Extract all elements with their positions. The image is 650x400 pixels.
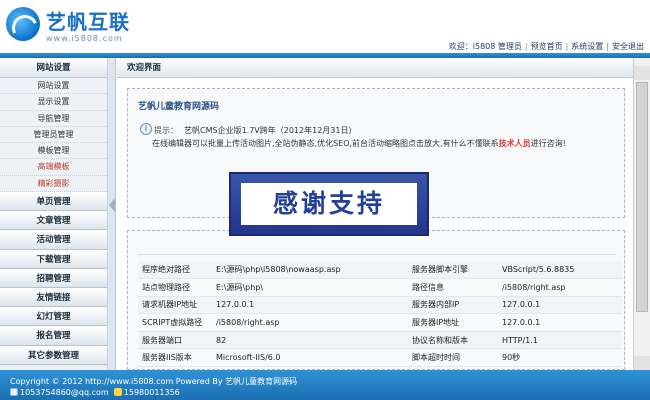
info-value: 127.0.0.1 [212,296,408,315]
copyright-text: Copyright © 2012 http://www.i5808.com Po… [10,377,298,386]
sidebar-item-template-manage[interactable]: 模板管理 [0,143,107,160]
sidebar-group-activities[interactable]: 活动管理 [0,230,107,250]
info-key: 路径信息 [408,278,498,297]
logo-title: 艺帆互联 [46,10,130,34]
info-value: 90秒 [498,348,622,368]
table-row: 站点物理路径 E:\源码\php\ 路径信息/i5808/right.asp [138,278,622,297]
table-row: 程序绝对路径 E:\源码\php\i5808\nowaasp.asp 服务器脚本引擎… [138,261,622,280]
info-value: 127.0.0.1 [498,296,622,315]
sidebar-group-pages[interactable]: 单页管理 [0,192,107,212]
contact-phone: 15980011356 [123,388,180,397]
sidebar-splitter[interactable] [108,58,116,370]
email-icon [10,388,18,396]
server-info-box: 程序绝对路径 E:\源码\php\i5808\nowaasp.asp 服务器脚本引擎… [127,230,625,370]
info-value: 82 [212,331,408,350]
table-row: 服务器端口 82 协议名称和版本 HTTP/1.1 [138,331,622,350]
info-key: 服务器IIS版本 [138,348,212,368]
info-value: 127.0.0.1 [498,313,622,332]
info-value: VBScript/5.6.8835 [498,261,622,280]
tech-support-link[interactable]: 技术人员 [499,139,531,148]
info-key: 服务器端口 [138,331,212,350]
welcome-title: 艺帆儿童教育网源码 [138,102,220,112]
scroll-thumb[interactable] [636,82,648,312]
table-row: 请求机器IP地址 127.0.0.1 服务器内部IP 127.0.0.1 [138,296,622,315]
logout-link[interactable]: 安全退出 [612,42,644,51]
sidebar-group-links[interactable]: 友情链接 [0,288,107,308]
info-key: 站点物理路径 [138,278,212,297]
tip-label: 提示： [154,126,178,135]
info-key: 程序绝对路径 [138,261,212,280]
info-key: 请求机器IP地址 [138,296,212,315]
info-icon: i [140,123,152,135]
collapse-arrow-icon[interactable] [109,198,115,212]
info-key: 脚本超时时间 [408,348,498,368]
contact-line: 1053754860@qq.com 15980011356 [10,388,180,397]
info-value: /i5808/right.asp [212,313,408,332]
sidebar-group-slides[interactable]: 幻灯管理 [0,307,107,327]
info-key: 协议名称和版本 [408,331,498,350]
sidebar-group-other-params[interactable]: 其它参数管理 [0,345,107,365]
sidebar-item-site-settings[interactable]: 网站设置 [0,78,107,95]
main-scrollbar[interactable] [633,58,650,370]
info-key: 服务器IP地址 [408,313,498,332]
server-info-caption [138,241,616,255]
welcome-text: 欢迎： [448,42,473,51]
server-info-table: 程序绝对路径 E:\源码\php\i5808\nowaasp.asp 服务器脚本引擎… [138,261,622,368]
sidebar-item-nav-manage[interactable]: 导航管理 [0,110,107,127]
table-row: 服务器IIS版本 Microsoft-IIS/6.0 脚本超时时间 90秒 [138,348,622,368]
thanks-banner: 感谢支持 [229,172,429,236]
footer: Copyright © 2012 http://www.i5808.com Po… [0,370,650,400]
tip-description: 在线编辑器可以批量上传活动图片,全站伪静态,优化SEO,前台活动缩略图点击放大,… [152,139,566,148]
info-key: SCRIPT虚拟路径 [138,313,212,332]
sidebar-group-articles[interactable]: 文章管理 [0,211,107,231]
sidebar-item-admin-manage[interactable]: 管理员管理 [0,126,107,144]
info-value: E:\源码\php\i5808\nowaasp.asp [212,261,408,280]
sidebar-item-photography[interactable]: 精彩摄影 [0,175,107,193]
top-links: 欢迎：i5808 管理员 | 预览首页 | 系统设置 | 安全退出 [448,42,644,51]
sidebar-group-signup[interactable]: 报名管理 [0,326,107,346]
info-value: E:\源码\php\ [212,278,408,297]
logo-url: www.i5808.com [46,34,123,43]
info-value: /i5808/right.asp [498,278,622,297]
tip-version: 艺帆CMS企业版1.7V跨年（2012年12月31日） [184,126,357,135]
scroll-down-arrow-icon[interactable] [634,356,650,370]
logo[interactable]: 艺帆互联 www.i5808.com [6,4,146,48]
system-settings-link[interactable]: 系统设置 [571,42,603,51]
table-row: SCRIPT虚拟路径/i5808/right.asp 服务器IP地址 127.0.0… [138,313,622,332]
sidebar-item-premium-templates[interactable]: 高端模板 [0,159,107,176]
scroll-up-arrow-icon[interactable] [634,66,650,80]
info-key: 服务器脚本引擎 [408,261,498,280]
logo-icon [6,7,40,41]
info-value: HTTP/1.1 [498,331,622,350]
header: 艺帆互联 www.i5808.com 欢迎：i5808 管理员 | 预览首页 | 系统设… [0,0,650,55]
phone-icon [113,388,122,396]
info-key: 服务器内部IP [408,296,498,315]
contact-email[interactable]: 1053754860@qq.com [20,388,109,397]
sidebar-head[interactable]: 网站设置 [0,58,107,78]
sidebar-item-display-settings[interactable]: 显示设置 [0,94,107,111]
preview-home-link[interactable]: 预览首页 [531,42,563,51]
thanks-text: 感谢支持 [272,189,385,218]
sidebar-group-jobs[interactable]: 招聘管理 [0,268,107,289]
main-panel: 欢迎界面 艺帆儿童教育网源码 i 提示： 艺帆CMS企业版1.7V跨年（2012… [117,58,633,370]
sidebar: 网站设置 网站设置 显示设置 导航管理 管理员管理 模板管理 高端模板 精彩摄影… [0,58,108,370]
sidebar-group-downloads[interactable]: 下载管理 [0,249,107,269]
main-title: 欢迎界面 [117,58,633,78]
info-value: Microsoft-IIS/6.0 [212,348,408,368]
user-link[interactable]: i5808 管理员 [473,42,522,51]
